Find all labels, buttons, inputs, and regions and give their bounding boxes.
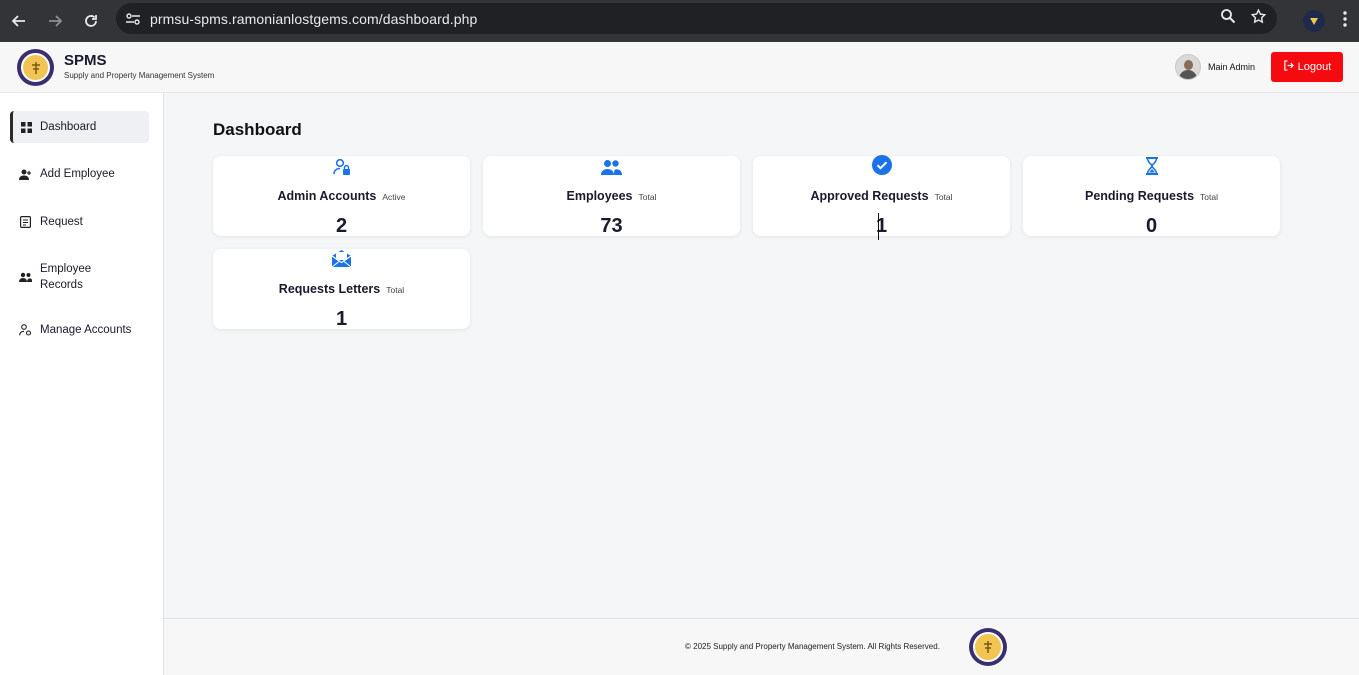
zoom-icon[interactable] <box>1220 8 1236 29</box>
star-icon[interactable] <box>1250 7 1267 30</box>
card-label: Requests Letters Total <box>278 282 405 296</box>
card-value: 73 <box>600 215 623 237</box>
envelope-icon <box>213 250 470 270</box>
card-label: Employees Total <box>566 189 657 203</box>
sidebar-item-manage-accounts[interactable]: Manage Accounts <box>10 321 149 339</box>
stat-card-pending-requests[interactable]: Pending Requests Total 0 <box>1023 156 1280 237</box>
card-tag: Total <box>934 192 953 202</box>
card-value: 0 <box>1145 215 1158 237</box>
users-icon <box>483 157 740 177</box>
sidebar-item-dashboard[interactable]: Dashboard <box>10 111 149 143</box>
card-tag: Total <box>638 192 657 202</box>
stat-card-admin-accounts[interactable]: Admin Accounts Active 2 <box>213 156 470 237</box>
card-value: 1 <box>335 308 348 330</box>
sidebar-item-label: Add Employee <box>40 168 115 180</box>
brand-title: SPMS <box>64 52 107 69</box>
stat-card-requests-letters[interactable]: Requests Letters Total 1 <box>213 249 470 330</box>
sidebar: Dashboard Add Employee Request Employee … <box>0 93 164 675</box>
check-circle-icon <box>753 155 1010 177</box>
sidebar-item-label: Manage Accounts <box>40 324 132 336</box>
card-label: Admin Accounts Active <box>277 189 406 203</box>
card-tag: Active <box>382 192 406 202</box>
footer-logo <box>969 628 1007 666</box>
stat-card-approved-requests[interactable]: Approved Requests Total 1 <box>753 155 1010 237</box>
seal-icon <box>21 53 50 82</box>
request-icon <box>10 216 40 228</box>
admin-name: Main Admin <box>1208 62 1256 72</box>
site-settings-icon[interactable] <box>116 12 150 26</box>
grid-icon <box>13 121 40 133</box>
card-value: 1 <box>875 215 888 237</box>
url-text[interactable]: prmsu-spms.ramonianlostgems.com/dashboar… <box>150 11 477 27</box>
user-gear-icon <box>10 324 40 336</box>
forward-arrow-icon[interactable] <box>37 3 73 39</box>
logout-label: Logout <box>1297 61 1332 73</box>
card-label: Approved Requests Total <box>810 189 953 203</box>
logout-button[interactable]: Logout <box>1271 52 1343 82</box>
card-value: 2 <box>335 215 348 237</box>
page-title: Dashboard <box>213 120 302 139</box>
logout-icon <box>1283 60 1294 74</box>
avatar[interactable] <box>1175 54 1201 80</box>
users-icon <box>10 272 40 282</box>
sidebar-item-add-employee[interactable]: Add Employee <box>10 165 149 183</box>
kebab-menu-icon[interactable] <box>1343 10 1347 32</box>
text-cursor <box>878 213 879 240</box>
sidebar-item-request[interactable]: Request <box>10 213 149 231</box>
browser-toolbar: prmsu-spms.ramonianlostgems.com/dashboar… <box>0 0 1359 42</box>
extension-icon[interactable] <box>1303 10 1325 32</box>
footer: © 2025 Supply and Property Management Sy… <box>164 618 1359 675</box>
footer-copyright: © 2025 Supply and Property Management Sy… <box>685 642 940 651</box>
sidebar-item-label: Dashboard <box>40 121 97 133</box>
user-lock-icon <box>213 157 470 177</box>
sidebar-item-label: Request <box>40 216 83 228</box>
app-header: SPMS Supply and Property Management Syst… <box>0 42 1359 93</box>
logo <box>17 49 54 86</box>
card-label: Pending Requests Total <box>1084 189 1218 203</box>
stat-card-employees[interactable]: Employees Total 73 <box>483 156 740 237</box>
sidebar-item-employee-records[interactable]: Employee Records <box>10 261 149 293</box>
back-arrow-icon[interactable] <box>1 3 37 39</box>
add-user-icon <box>10 169 40 180</box>
card-tag: Total <box>386 285 405 295</box>
seal-icon <box>973 632 1003 662</box>
brand-subtitle: Supply and Property Management System <box>64 71 215 80</box>
hourglass-icon <box>1023 157 1280 177</box>
address-bar[interactable]: prmsu-spms.ramonianlostgems.com/dashboar… <box>116 3 1277 34</box>
card-tag: Total <box>1200 192 1218 202</box>
reload-icon[interactable] <box>73 3 109 39</box>
sidebar-item-label: Employee Records <box>40 263 92 291</box>
